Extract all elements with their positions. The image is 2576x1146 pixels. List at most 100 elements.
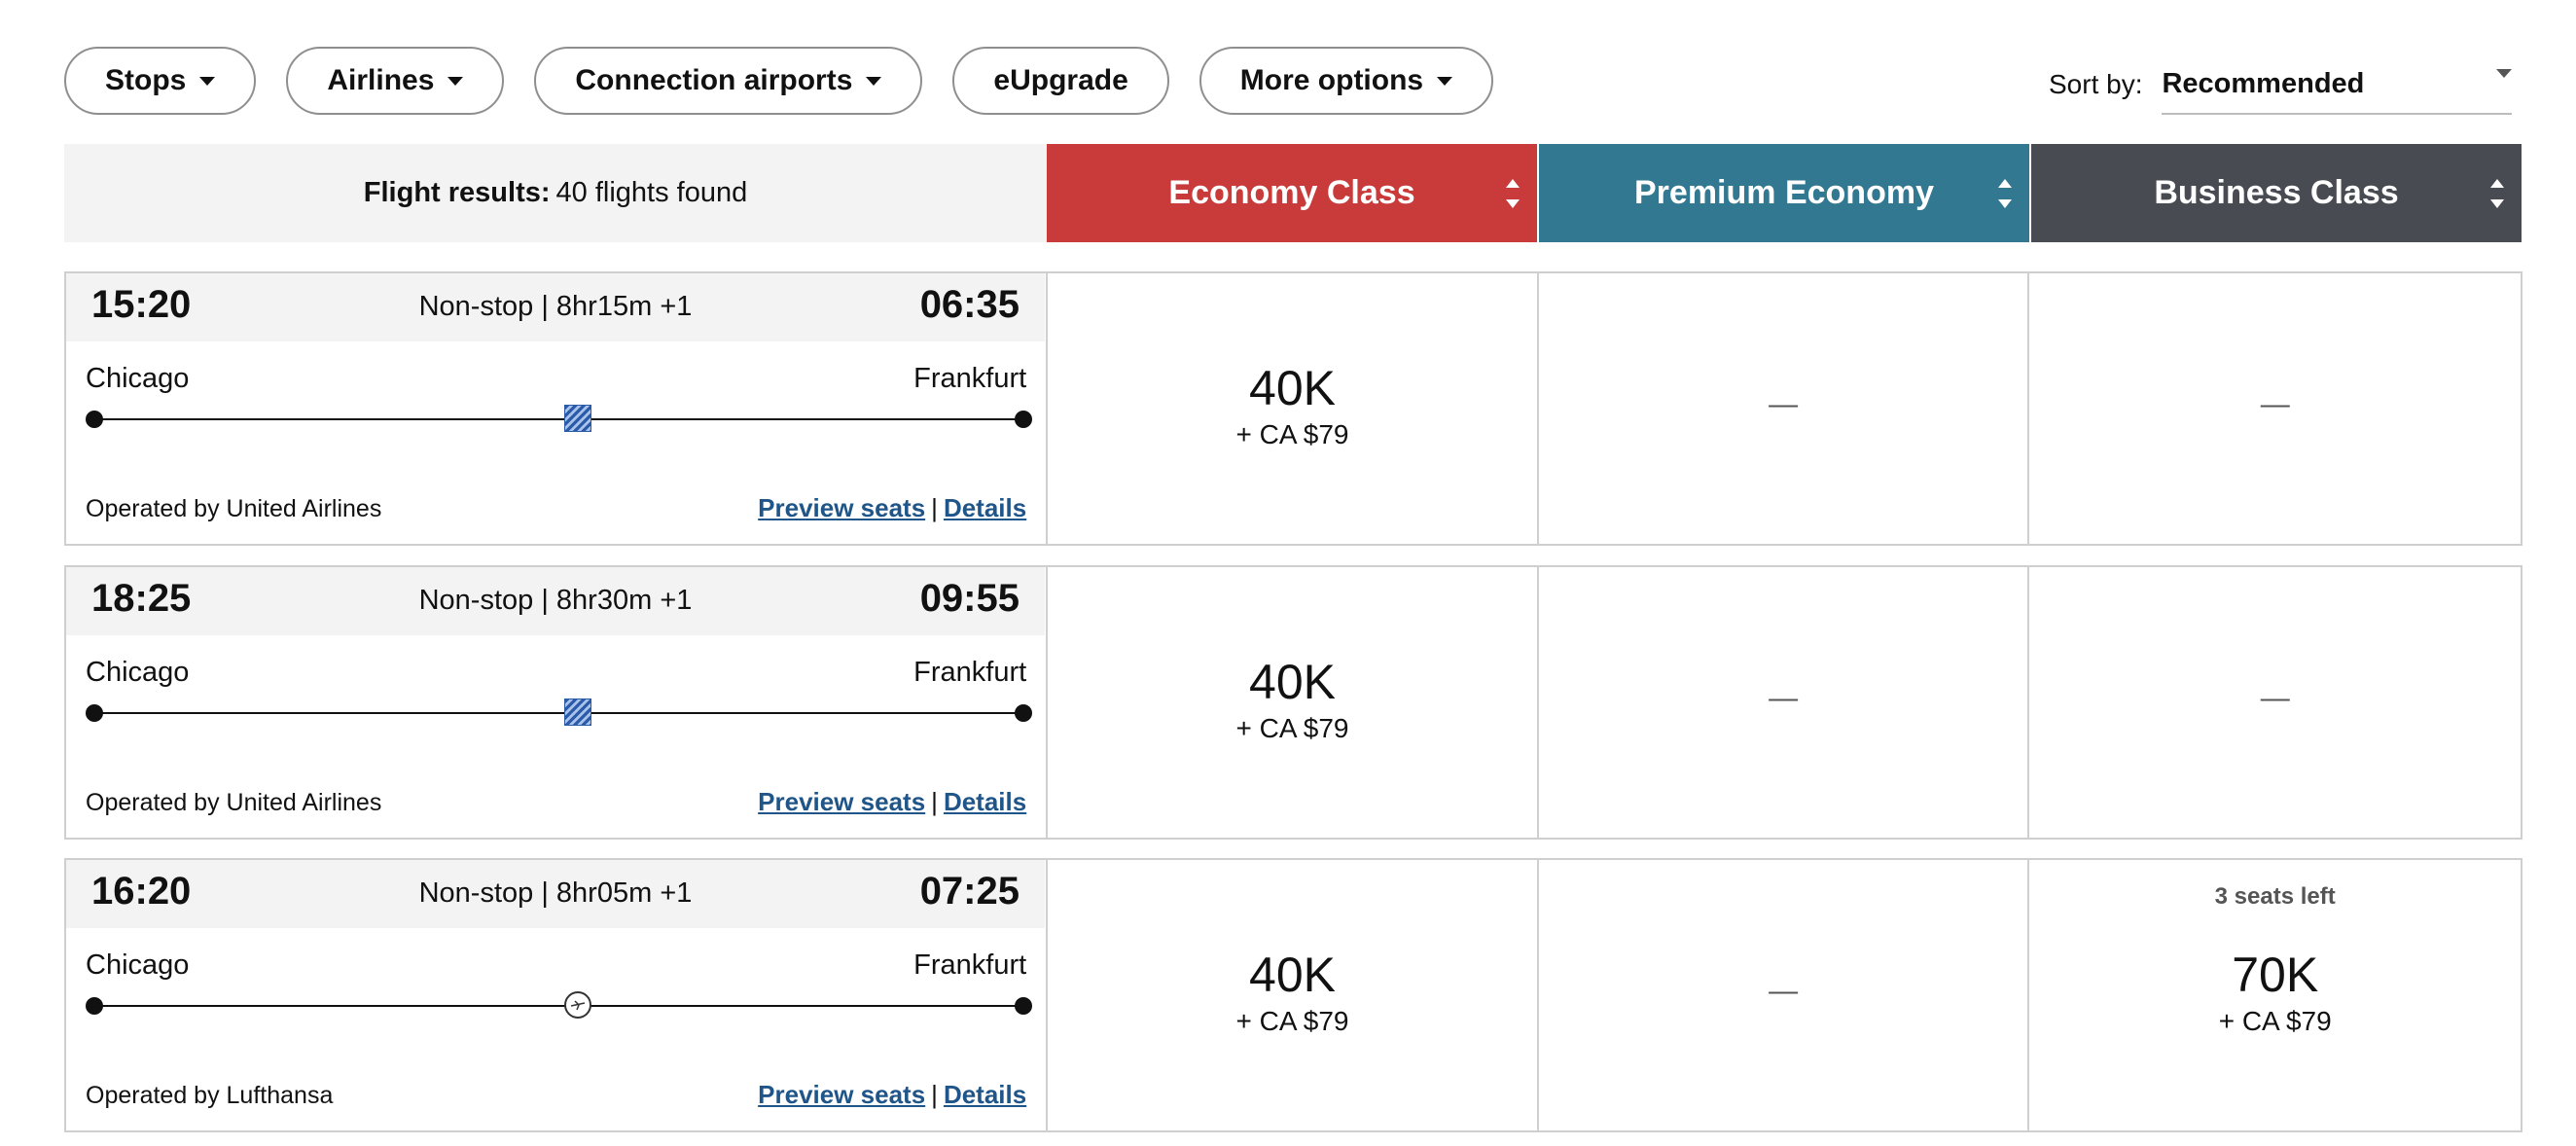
fare-price: 40K + CA $79 [1048, 948, 1537, 1039]
eupgrade-filter-button[interactable]: eUpgrade [952, 47, 1169, 115]
results-count: 40 flights found [555, 177, 748, 208]
fare-price: 40K + CA $79 [1048, 361, 1537, 452]
details-link[interactable]: Details [944, 493, 1026, 522]
sort-arrows-icon[interactable] [1998, 179, 2012, 208]
fare-tax: + CA $79 [2218, 1006, 2332, 1036]
route-line [86, 991, 1033, 1019]
sort-arrows-icon[interactable] [1506, 179, 1520, 208]
flight-links: Preview seats | Details [758, 1080, 1026, 1110]
flight-row: 15:20 Non-stop | 8hr15m +1 06:35 Chicago… [64, 271, 2522, 546]
flight-results-page: Stops Airlines Connection airports eUpgr… [0, 0, 2576, 1146]
business-fare-cell: — [2029, 567, 2521, 838]
flight-links: Preview seats | Details [758, 787, 1026, 817]
sort-control: Sort by: Recommended [2049, 54, 2513, 115]
fare-tax: + CA $79 [1235, 713, 1349, 743]
business-class-label: Business Class [2154, 174, 2399, 211]
fare-miles: 40K [1249, 655, 1336, 709]
chevron-down-icon [199, 76, 216, 86]
stops-filter-label: Stops [105, 64, 187, 96]
flight-times-bar: 16:20 Non-stop | 8hr05m +1 07:25 [66, 860, 1045, 928]
fare-miles: 40K [1249, 948, 1336, 1002]
flight-row: 16:20 Non-stop | 8hr05m +1 07:25 Chicago… [64, 858, 2522, 1132]
flight-info: 15:20 Non-stop | 8hr15m +1 06:35 Chicago… [66, 273, 1049, 544]
details-link[interactable]: Details [944, 1080, 1026, 1109]
flight-summary: Non-stop | 8hr15m +1 [418, 291, 693, 322]
sort-arrows-icon[interactable] [2490, 179, 2504, 208]
flight-times-bar: 15:20 Non-stop | 8hr15m +1 06:35 [66, 273, 1045, 341]
economy-fare-cell[interactable]: 40K + CA $79 [1048, 860, 1539, 1130]
link-separator: | [931, 1080, 938, 1109]
operated-by: Operated by United Airlines [86, 495, 382, 522]
preview-seats-link[interactable]: Preview seats [758, 1080, 925, 1109]
preview-seats-link[interactable]: Preview seats [758, 493, 925, 522]
chevron-down-icon [447, 76, 464, 86]
unavailable-dash: — [2260, 388, 2290, 420]
more-options-filter-button[interactable]: More options [1199, 47, 1494, 115]
arrival-time: 07:25 [919, 870, 1020, 913]
origin-dot [86, 704, 103, 722]
flight-row: 18:25 Non-stop | 8hr30m +1 09:55 Chicago… [64, 565, 2522, 840]
flight-summary: Non-stop | 8hr30m +1 [418, 585, 693, 616]
economy-class-column-header[interactable]: Economy Class [1047, 144, 1537, 242]
route-line [86, 698, 1033, 726]
airlines-filter-label: Airlines [327, 64, 435, 96]
flight-summary: Non-stop | 8hr05m +1 [418, 877, 693, 909]
link-separator: | [931, 787, 938, 816]
economy-fare-cell[interactable]: 40K + CA $79 [1048, 567, 1539, 838]
premium-economy-fare-cell: — [1539, 273, 2030, 544]
results-summary: Flight results: 40 flights found [64, 144, 1047, 242]
business-fare-cell: — [2029, 273, 2521, 544]
sort-value: Recommended [2162, 67, 2365, 99]
operated-by: Operated by Lufthansa [86, 1082, 334, 1109]
unavailable-dash: — [1769, 682, 1799, 714]
connection-airports-filter-label: Connection airports [575, 64, 853, 96]
details-link[interactable]: Details [944, 787, 1026, 816]
eupgrade-filter-label: eUpgrade [993, 64, 1128, 96]
chevron-down-icon [2496, 68, 2513, 78]
origin-city: Chicago [86, 949, 190, 981]
destination-city: Frankfurt [913, 657, 1027, 688]
business-fare-cell[interactable]: 3 seats left 70K + CA $79 [2029, 860, 2521, 1130]
premium-economy-label: Premium Economy [1634, 174, 1934, 211]
link-separator: | [931, 493, 938, 522]
origin-dot [86, 411, 103, 428]
destination-city: Frankfurt [913, 363, 1027, 394]
stops-filter-button[interactable]: Stops [64, 47, 257, 115]
united-logo-icon [564, 405, 591, 432]
seats-left-notice: 3 seats left [2214, 883, 2336, 910]
unavailable-dash: — [1769, 975, 1799, 1007]
unavailable-dash: — [1769, 388, 1799, 420]
united-logo-icon [564, 698, 591, 726]
destination-dot [1015, 411, 1033, 428]
connection-airports-filter-button[interactable]: Connection airports [534, 47, 923, 115]
results-label: Flight results: [363, 177, 551, 208]
arrival-time: 09:55 [919, 577, 1020, 620]
flight-info: 18:25 Non-stop | 8hr30m +1 09:55 Chicago… [66, 567, 1049, 838]
economy-fare-cell[interactable]: 40K + CA $79 [1048, 273, 1539, 544]
results-header: Flight results: 40 flights found Economy… [64, 144, 2522, 242]
fare-price: 40K + CA $79 [1048, 655, 1537, 746]
arrival-time: 06:35 [919, 283, 1020, 326]
premium-economy-fare-cell: — [1539, 860, 2030, 1130]
route-line [86, 405, 1033, 432]
fare-miles: 70K [2232, 948, 2319, 1002]
sort-select[interactable]: Recommended [2162, 54, 2513, 115]
premium-economy-fare-cell: — [1539, 567, 2030, 838]
unavailable-dash: — [2260, 682, 2290, 714]
premium-economy-column-header[interactable]: Premium Economy [1539, 144, 2029, 242]
destination-city: Frankfurt [913, 949, 1027, 981]
airlines-filter-button[interactable]: Airlines [286, 47, 505, 115]
chevron-down-icon [1437, 76, 1453, 86]
origin-city: Chicago [86, 657, 190, 688]
origin-city: Chicago [86, 363, 190, 394]
operated-by: Operated by United Airlines [86, 789, 382, 816]
sort-label: Sort by: [2049, 69, 2143, 99]
fare-price: 70K + CA $79 [2029, 948, 2521, 1039]
preview-seats-link[interactable]: Preview seats [758, 787, 925, 816]
lufthansa-logo-icon [564, 991, 591, 1019]
fare-tax: + CA $79 [1235, 419, 1349, 449]
chevron-down-icon [866, 76, 882, 86]
flight-times-bar: 18:25 Non-stop | 8hr30m +1 09:55 [66, 567, 1045, 635]
economy-class-label: Economy Class [1168, 174, 1415, 211]
business-class-column-header[interactable]: Business Class [2031, 144, 2522, 242]
